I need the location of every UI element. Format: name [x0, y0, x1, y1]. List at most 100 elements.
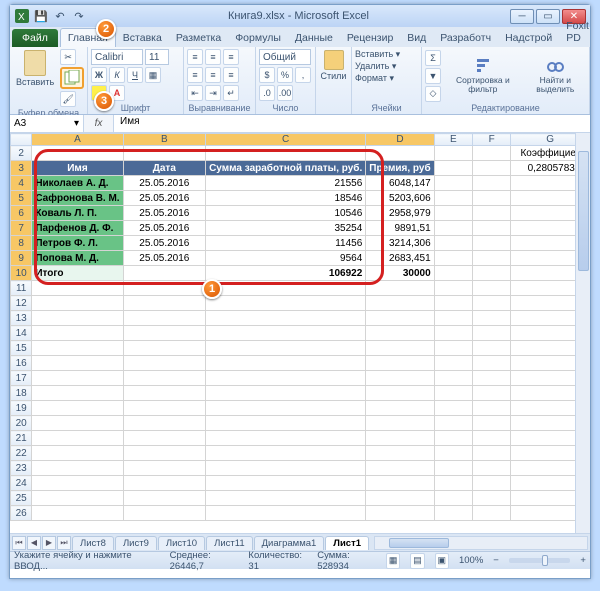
tab-nav-prev[interactable]: ◀ [27, 536, 41, 550]
save-icon[interactable]: 💾 [33, 8, 49, 24]
total-salary[interactable]: 106922 [206, 266, 366, 281]
sheet-tab-active[interactable]: Лист1 [325, 536, 369, 550]
col-A[interactable]: A [32, 134, 123, 146]
tab-nav-last[interactable]: ⏭ [57, 536, 71, 550]
cells-delete[interactable]: Удалить ▾ [355, 61, 418, 72]
row-3[interactable]: 3 [11, 161, 32, 176]
file-tab[interactable]: Файл [12, 29, 58, 47]
tab-view[interactable]: Вид [400, 29, 433, 47]
row-6[interactable]: 6 [11, 206, 32, 221]
tab-nav-first[interactable]: ⏮ [12, 536, 26, 550]
sort-filter-button[interactable]: Сортировка и фильтр [447, 56, 519, 96]
bold-button[interactable]: Ж [91, 67, 107, 83]
dec-decimal[interactable]: .00 [277, 85, 293, 101]
copy-button[interactable] [60, 67, 84, 89]
tab-foxit[interactable]: Foxit PD [559, 17, 596, 47]
col-B[interactable]: B [123, 134, 206, 146]
row-4[interactable]: 4 [11, 176, 32, 191]
comma-button[interactable]: , [295, 67, 311, 83]
col-F[interactable]: F [473, 134, 511, 146]
col-D[interactable]: D [366, 134, 434, 146]
view-pagebreak[interactable]: ▣ [435, 553, 449, 569]
row-12[interactable]: 12 [11, 296, 32, 311]
sheet-tab[interactable]: Лист8 [72, 536, 114, 550]
cell-date[interactable]: 25.05.2016 [123, 221, 206, 236]
autosum-button[interactable]: Σ [425, 50, 441, 66]
cell-name[interactable]: Сафронова В. М. [32, 191, 123, 206]
tab-abbyy[interactable]: ABBYY PD [596, 17, 600, 47]
cell-salary[interactable]: 18546 [206, 191, 366, 206]
row-26[interactable]: 26 [11, 506, 32, 521]
cell-date[interactable]: 25.05.2016 [123, 206, 206, 221]
paste-button[interactable]: Вставить [13, 49, 57, 88]
font-name-select[interactable]: Calibri [91, 49, 143, 65]
vertical-scrollbar[interactable] [575, 133, 590, 533]
row-19[interactable]: 19 [11, 401, 32, 416]
cell-salary[interactable]: 9564 [206, 251, 366, 266]
indent-inc[interactable]: ⇥ [205, 85, 221, 101]
row-22[interactable]: 22 [11, 446, 32, 461]
cell-salary[interactable]: 11456 [206, 236, 366, 251]
cell-date[interactable]: 25.05.2016 [123, 176, 206, 191]
tab-insert[interactable]: Вставка [116, 29, 169, 47]
view-layout[interactable]: ▤ [410, 553, 424, 569]
cut-button[interactable]: ✂ [60, 49, 76, 65]
border-button[interactable]: ▦ [145, 67, 161, 83]
cell-name[interactable]: Коваль Л. П. [32, 206, 123, 221]
align-left[interactable]: ≡ [187, 67, 203, 83]
align-mid[interactable]: ≡ [205, 49, 221, 65]
view-normal[interactable]: ▦ [386, 553, 400, 569]
cell-name[interactable]: Парфенов Д. Ф. [32, 221, 123, 236]
row-20[interactable]: 20 [11, 416, 32, 431]
horizontal-scrollbar[interactable] [374, 536, 588, 550]
number-format-select[interactable]: Общий [259, 49, 311, 65]
scroll-thumb-v[interactable] [578, 151, 589, 271]
cell-bonus[interactable]: 2683,451 [366, 251, 434, 266]
col-E[interactable]: E [434, 134, 472, 146]
cell-bonus[interactable]: 2958,979 [366, 206, 434, 221]
formula-input[interactable]: Имя [114, 115, 590, 132]
hdr-bonus[interactable]: Премия, руб [366, 161, 434, 176]
scroll-thumb-h[interactable] [389, 538, 449, 548]
total-label[interactable]: Итого [32, 266, 123, 281]
row-21[interactable]: 21 [11, 431, 32, 446]
tab-addins[interactable]: Надстрой [498, 29, 559, 47]
cell-styles-button[interactable]: Стили [319, 49, 348, 82]
tab-developer[interactable]: Разработч [433, 29, 498, 47]
row-11[interactable]: 11 [11, 281, 32, 296]
minimize-button[interactable]: ─ [510, 9, 534, 24]
redo-icon[interactable]: ↷ [71, 8, 87, 24]
cells-format[interactable]: Формат ▾ [355, 73, 418, 84]
cell-bonus[interactable]: 3214,306 [366, 236, 434, 251]
row-7[interactable]: 7 [11, 221, 32, 236]
row-23[interactable]: 23 [11, 461, 32, 476]
sheet-tab[interactable]: Лист10 [158, 536, 205, 550]
cell-bonus[interactable]: 9891,51 [366, 221, 434, 236]
tab-data[interactable]: Данные [288, 29, 340, 47]
row-14[interactable]: 14 [11, 326, 32, 341]
fx-button[interactable]: fx [84, 115, 114, 132]
tab-nav-next[interactable]: ▶ [42, 536, 56, 550]
italic-button[interactable]: К [109, 67, 125, 83]
row-24[interactable]: 24 [11, 476, 32, 491]
row-18[interactable]: 18 [11, 386, 32, 401]
tab-formulas[interactable]: Формулы [228, 29, 288, 47]
cell-date[interactable]: 25.05.2016 [123, 191, 206, 206]
row-13[interactable]: 13 [11, 311, 32, 326]
name-box[interactable]: A3▾ [10, 115, 84, 132]
cell-date[interactable]: 25.05.2016 [123, 236, 206, 251]
zoom-knob[interactable] [542, 555, 548, 566]
cell-name[interactable]: Попова М. Д. [32, 251, 123, 266]
tab-layout[interactable]: Разметка [169, 29, 228, 47]
wrap-text[interactable]: ↵ [223, 85, 239, 101]
align-center[interactable]: ≡ [205, 67, 221, 83]
row-2[interactable]: 2 [11, 146, 32, 161]
row-9[interactable]: 9 [11, 251, 32, 266]
percent-button[interactable]: % [277, 67, 293, 83]
select-all-corner[interactable] [11, 134, 32, 146]
sheet-tab[interactable]: Лист11 [206, 536, 253, 550]
maximize-button[interactable]: ▭ [536, 9, 560, 24]
currency-button[interactable]: $ [259, 67, 275, 83]
row-16[interactable]: 16 [11, 356, 32, 371]
find-select-button[interactable]: Найти и выделить [525, 56, 586, 96]
